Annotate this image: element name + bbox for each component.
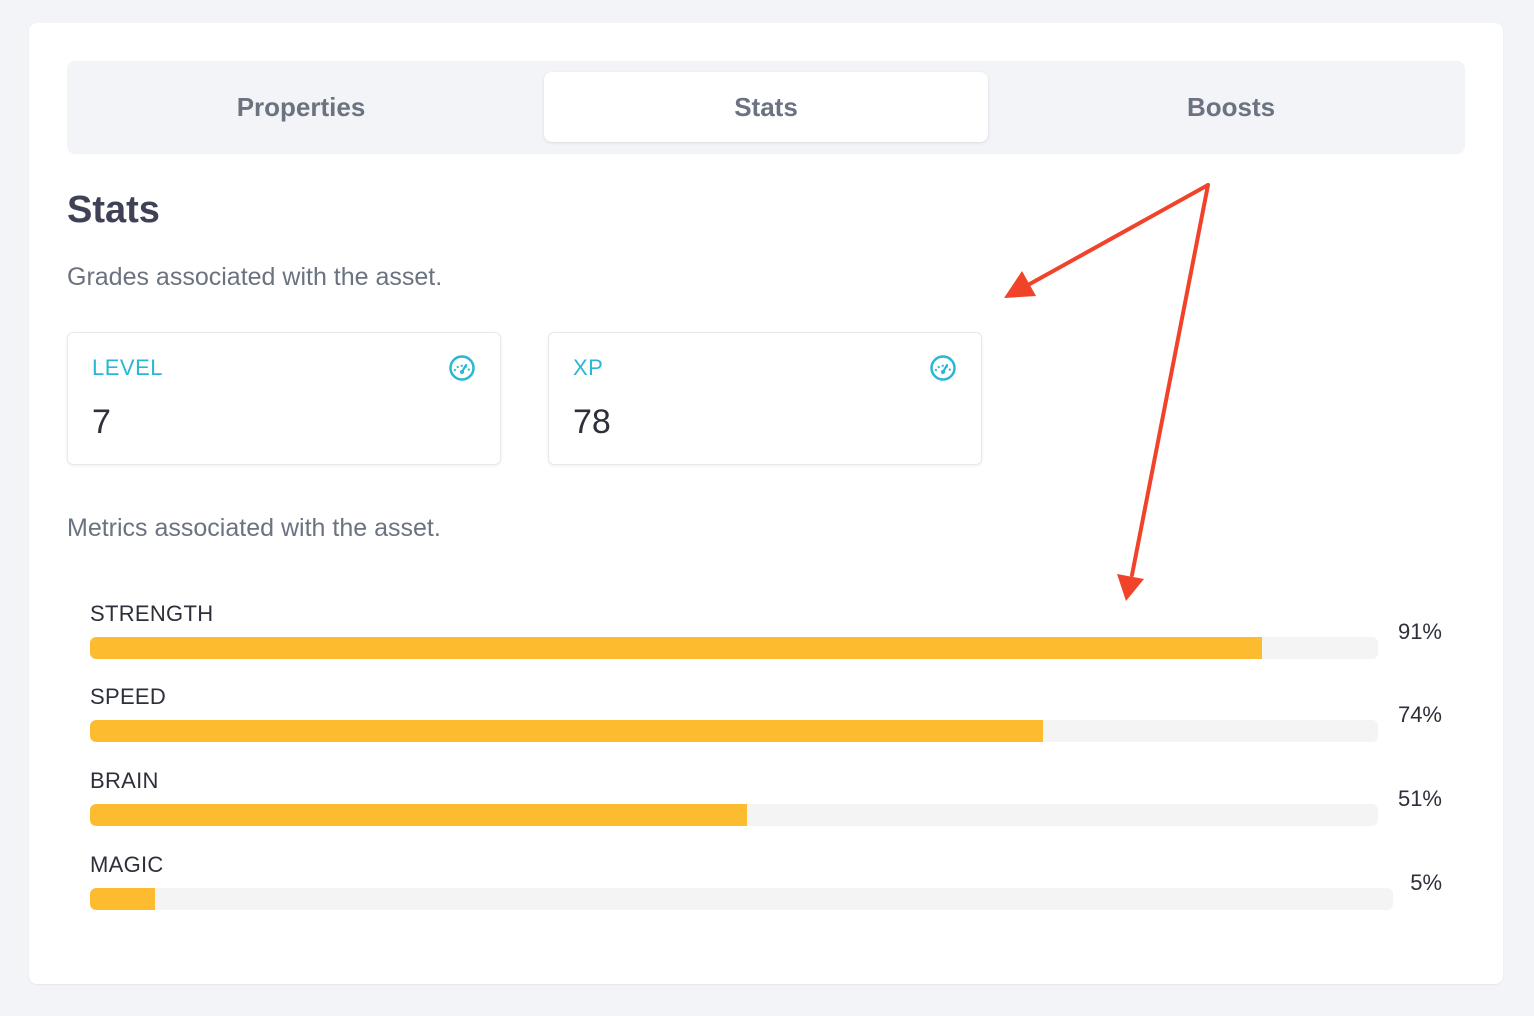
tab-bar: Properties Stats Boosts <box>67 61 1465 154</box>
progress-fill <box>90 804 747 826</box>
progress-track <box>90 720 1378 742</box>
gauge-icon <box>930 355 956 381</box>
metrics-subtitle: Metrics associated with the asset. <box>67 514 441 542</box>
progress-fill <box>90 720 1044 742</box>
metric-percent: 5% <box>1410 870 1442 895</box>
metric-label: MAGIC <box>90 852 164 877</box>
progress-track <box>90 804 1378 826</box>
stat-value: 78 <box>573 403 611 441</box>
progress-fill <box>90 637 1263 659</box>
stat-label: XP <box>573 355 604 380</box>
tab-stats[interactable]: Stats <box>544 72 988 142</box>
gauge-icon <box>449 355 475 381</box>
section-title: Stats <box>67 189 160 231</box>
tab-properties[interactable]: Properties <box>78 72 524 142</box>
tab-boosts[interactable]: Boosts <box>1008 72 1454 142</box>
progress-track <box>90 637 1378 659</box>
metric-percent: 74% <box>1397 702 1442 727</box>
progress-track <box>90 888 1393 910</box>
grades-subtitle: Grades associated with the asset. <box>67 263 443 291</box>
metric-percent: 91% <box>1397 619 1442 644</box>
stat-card-xp: XP 78 <box>548 332 982 465</box>
metric-label: STRENGTH <box>90 601 214 626</box>
stat-label: LEVEL <box>92 355 163 380</box>
metric-percent: 51% <box>1397 786 1442 811</box>
stat-value: 7 <box>92 403 111 441</box>
metric-label: BRAIN <box>90 768 159 793</box>
progress-fill <box>90 888 156 910</box>
metric-label: SPEED <box>90 684 167 709</box>
stat-card-level: LEVEL 7 <box>67 332 501 465</box>
stats-card: Properties Stats Boosts Stats Grades ass… <box>29 23 1503 984</box>
